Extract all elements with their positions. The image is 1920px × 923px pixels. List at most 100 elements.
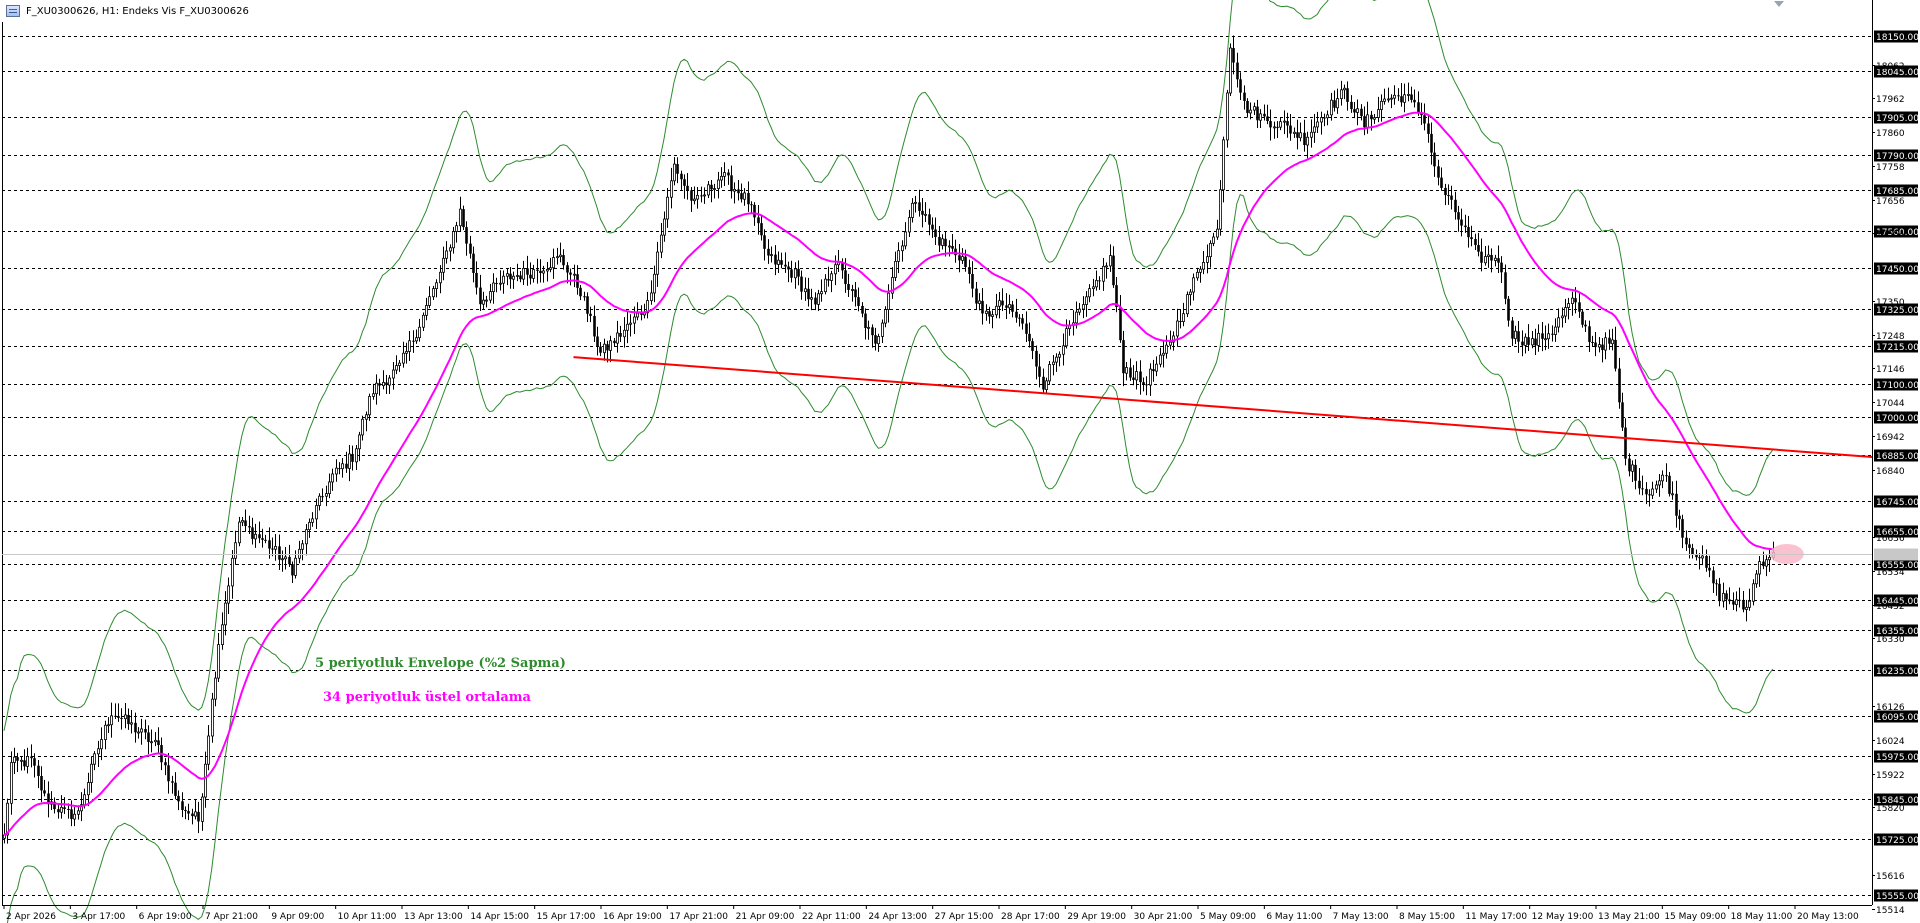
candle-body-bull xyxy=(10,762,13,804)
candle-body-bull xyxy=(428,296,431,306)
candle xyxy=(1139,360,1142,395)
candle xyxy=(1109,244,1112,272)
candle xyxy=(1102,258,1105,291)
candle-body-bull xyxy=(1008,304,1011,309)
candle xyxy=(656,241,659,287)
candle xyxy=(1722,582,1725,608)
candle-body-bear xyxy=(790,269,793,278)
candle-body-bull xyxy=(1192,277,1195,293)
candle xyxy=(428,286,431,309)
candle xyxy=(690,187,693,212)
candle xyxy=(516,263,519,282)
candle xyxy=(1189,288,1192,306)
candle-body-bull xyxy=(1383,98,1386,102)
candle-body-bear xyxy=(606,344,609,351)
candle-body-bull xyxy=(1253,106,1256,111)
candle-body-bear xyxy=(1594,342,1597,348)
candle xyxy=(975,282,978,310)
candle-body-bear xyxy=(1504,272,1507,299)
candle xyxy=(797,260,800,286)
candle-body-bear xyxy=(495,283,498,285)
price-tick-label: 17656 xyxy=(1876,197,1905,207)
candle xyxy=(713,183,716,199)
candle-body-bull xyxy=(1125,367,1128,374)
candle-body-bear xyxy=(1591,341,1594,343)
candle xyxy=(1303,119,1306,152)
candle-body-bull xyxy=(653,273,656,294)
candle xyxy=(251,517,254,545)
candle-body-bull xyxy=(693,198,696,202)
candle-body-bear xyxy=(157,740,160,746)
candle-body-bear xyxy=(1437,166,1440,178)
trendline-group[interactable] xyxy=(573,356,1873,459)
candle xyxy=(1296,119,1299,150)
candle-body-bull xyxy=(442,257,445,273)
candle xyxy=(1145,376,1148,396)
candle-body-bear xyxy=(465,227,468,244)
candle-body-bull xyxy=(1320,117,1323,123)
candle-body-bull xyxy=(355,448,358,463)
price-tick-label: 16534 xyxy=(1876,568,1905,578)
candle xyxy=(827,266,830,287)
candle xyxy=(1732,592,1735,611)
candle-body-bear xyxy=(1507,298,1510,321)
candle-body-bear xyxy=(676,164,679,174)
candle-body-bull xyxy=(415,337,418,342)
candle-body-bear xyxy=(147,732,150,742)
candle-body-bear xyxy=(1333,100,1336,108)
candle xyxy=(217,633,220,682)
candle xyxy=(1742,591,1745,613)
candle xyxy=(1035,345,1038,380)
candle xyxy=(445,241,448,264)
candle-body-bull xyxy=(1048,364,1051,382)
price-tick-label: 16126 xyxy=(1876,703,1905,713)
candle xyxy=(1655,480,1658,494)
candle-body-bear xyxy=(747,192,750,205)
candle-body-bear xyxy=(519,275,522,280)
candle-body-bear xyxy=(539,270,542,274)
candle-body-bear xyxy=(475,272,478,288)
time-tick-label: 5 May 09:00 xyxy=(1200,912,1256,922)
candle xyxy=(254,523,257,548)
candle-body-bear xyxy=(944,238,947,247)
candle xyxy=(599,342,602,357)
candle-body-bull xyxy=(629,322,632,325)
candle xyxy=(10,751,13,815)
candle xyxy=(1430,122,1433,165)
candle-body-bull xyxy=(1356,108,1359,113)
candle xyxy=(633,306,636,335)
candle xyxy=(1028,322,1031,348)
candle-body-bear xyxy=(40,775,43,791)
candle-body-bear xyxy=(288,556,291,565)
chart-window[interactable]: F_XU0300626, H1: Endeks Vis F_XU0300626 … xyxy=(0,0,1920,923)
candle xyxy=(1517,320,1520,353)
candle xyxy=(559,242,562,263)
candle-body-bear xyxy=(1440,177,1443,188)
candle-body-bull xyxy=(422,314,425,328)
candle xyxy=(820,279,823,302)
candle-body-bull xyxy=(660,234,663,253)
candle-body-bull xyxy=(1226,92,1229,141)
price-chart[interactable]: 18150.0018045.0017905.0017790.0017685.00… xyxy=(0,0,1920,923)
candle-body-bull xyxy=(650,292,653,301)
candle xyxy=(1243,85,1246,110)
candle xyxy=(767,239,770,264)
candle-body-bear xyxy=(596,336,599,347)
candle-body-bull xyxy=(1102,265,1105,282)
candle-body-bear xyxy=(1430,133,1433,153)
candle-body-bear xyxy=(462,209,465,228)
candle xyxy=(733,182,736,204)
candle-body-bull xyxy=(1306,136,1309,146)
candle-body-bear xyxy=(1511,320,1514,339)
candle-body-bear xyxy=(1618,368,1621,403)
candle-body-bull xyxy=(616,332,619,344)
candle xyxy=(536,258,539,284)
candle-body-bull xyxy=(703,194,706,197)
candle xyxy=(47,781,50,818)
candle xyxy=(1688,538,1691,559)
candle xyxy=(1008,294,1011,314)
candle-body-bear xyxy=(1497,258,1500,263)
candle xyxy=(884,306,887,328)
support-trendline[interactable] xyxy=(573,356,1873,459)
candle-body-bear xyxy=(1129,367,1132,378)
